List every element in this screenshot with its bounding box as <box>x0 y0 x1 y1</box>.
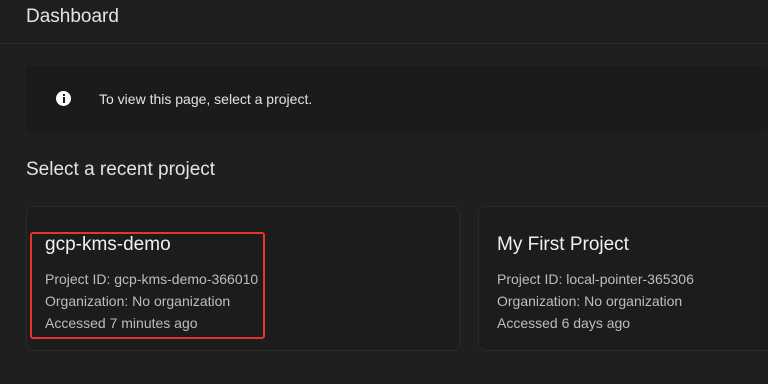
project-name[interactable]: My First Project <box>497 234 629 256</box>
project-organization: Organization: No organization <box>45 293 231 309</box>
info-banner: To view this page, select a project. <box>26 66 768 132</box>
info-icon <box>56 91 71 106</box>
recent-projects-title: Select a recent project <box>26 159 216 180</box>
page-title: Dashboard <box>26 6 119 27</box>
project-id: Project ID: local-pointer-365306 <box>497 271 694 287</box>
dashboard-page: Dashboard To view this page, select a pr… <box>0 0 768 384</box>
project-card-gcp-kms-demo[interactable]: gcp-kms-demo Project ID: gcp-kms-demo-36… <box>26 206 460 351</box>
project-accessed: Accessed 6 days ago <box>497 315 631 331</box>
project-card-my-first-project[interactable]: My First Project Project ID: local-point… <box>478 206 768 351</box>
info-banner-text: To view this page, select a project. <box>99 91 313 107</box>
project-accessed: Accessed 7 minutes ago <box>45 315 198 331</box>
page-header: Dashboard <box>0 0 768 44</box>
project-organization: Organization: No organization <box>497 293 683 309</box>
project-name[interactable]: gcp-kms-demo <box>45 234 171 256</box>
project-id: Project ID: gcp-kms-demo-366010 <box>45 271 259 287</box>
